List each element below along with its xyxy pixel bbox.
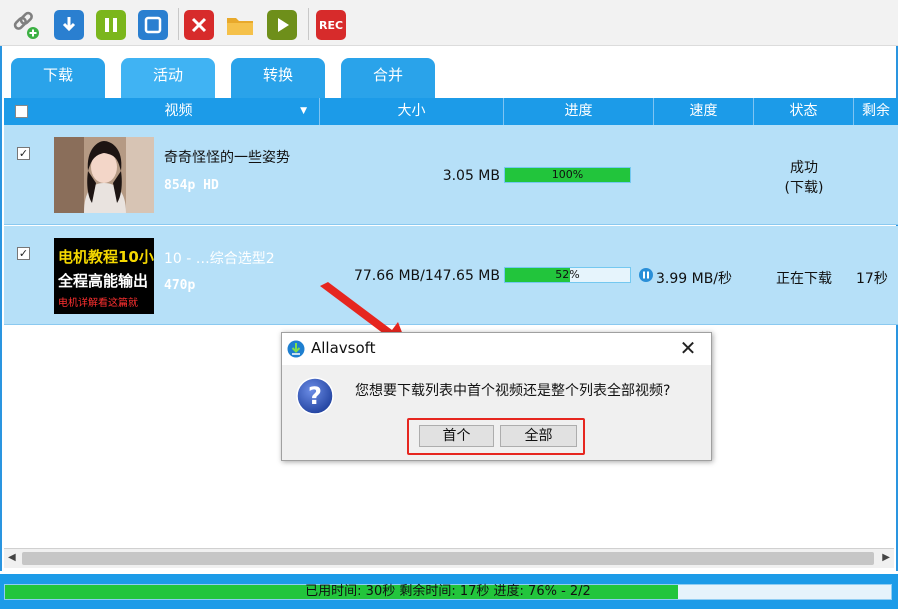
pause-button[interactable] [96,10,126,40]
video-title: 10 - …综合选型2 [164,251,275,267]
app-window: REC 下载 活动 转换 合并 视频 ▼ 大小 进度 速度 状态 剩余 ✓ 奇奇… [0,0,898,609]
video-thumbnail [54,137,154,213]
video-quality: 854p HD [164,178,219,193]
progress-label: 100% [551,168,584,181]
pause-icon [105,18,117,32]
tab-download[interactable]: 下载 [11,58,105,98]
table-header: 视频 ▼ 大小 进度 速度 状态 剩余 [4,98,898,125]
overall-progress-text: 已用时间: 30秒 剩余时间: 17秒 进度: 76% - 2/2 [305,584,591,599]
scroll-right-icon[interactable]: ▶ [882,552,890,563]
tab-active[interactable]: 活动 [121,58,215,98]
overall-progress-bar: 已用时间: 30秒 剩余时间: 17秒 进度: 76% - 2/2 [4,584,892,600]
row-checkbox[interactable]: ✓ [17,147,30,160]
column-size[interactable]: 大小 [320,98,504,125]
delete-button[interactable] [184,10,214,40]
play-button[interactable] [267,10,297,40]
select-all-checkbox[interactable] [15,105,28,118]
tab-bar: 下载 活动 转换 合并 [2,46,896,98]
question-icon: ? [296,377,334,415]
download-speed: 3.99 MB/秒 [656,271,733,287]
column-status[interactable]: 状态 [754,98,854,125]
rec-label: REC [318,18,344,32]
play-icon [278,18,289,32]
file-size: 3.05 MB [442,168,500,184]
dialog-titlebar: Allavsoft ✕ [282,333,711,365]
column-speed[interactable]: 速度 [654,98,754,125]
column-video[interactable]: 视频 ▼ [38,98,320,125]
svg-text:?: ? [308,382,322,410]
red-highlight-annotation [407,418,585,455]
status-bar: 已用时间: 30秒 剩余时间: 17秒 进度: 76% - 2/2 [0,574,898,609]
download-button[interactable] [54,10,84,40]
remaining-time: 17秒 [856,271,888,287]
column-remaining[interactable]: 剩余 [854,98,898,125]
status-text: 成功 (下载) [784,160,824,196]
open-folder-button[interactable] [225,10,255,40]
close-icon[interactable]: ✕ [677,337,699,359]
progress-label: 52% [555,268,580,281]
row-progress-bar: 100% [504,167,631,183]
video-quality: 470p [164,278,196,293]
tab-convert[interactable]: 转换 [231,58,325,98]
stop-icon [144,16,162,34]
toolbar-separator [178,8,179,40]
toolbar: REC [0,0,898,46]
scrollbar-thumb[interactable] [22,552,874,565]
download-arrow-icon [62,17,76,32]
dialog-title: Allavsoft [311,339,376,357]
folder-icon [227,18,253,35]
video-thumbnail: 电机教程10小 全程高能输出 电机详解看这篇就 [54,238,154,314]
column-progress[interactable]: 进度 [504,98,654,125]
stop-button[interactable] [138,10,168,40]
toolbar-separator [308,8,309,40]
add-url-button[interactable] [10,10,40,40]
status-text: 正在下载 [776,271,832,287]
tab-merge[interactable]: 合并 [341,58,435,98]
row-progress-bar: 52% [504,267,631,283]
pause-icon[interactable] [639,268,653,282]
dialog-message: 您想要下载列表中首个视频还是整个列表全部视频? [355,383,671,399]
horizontal-scrollbar[interactable]: ◀ ▶ [4,548,894,568]
row-checkbox[interactable]: ✓ [17,247,30,260]
video-title: 奇奇怪怪的一些姿势 [164,150,290,166]
table-row[interactable]: ✓ 奇奇怪怪的一些姿势 854p HD 3.05 MB 100% 成功 (下载) [4,125,898,225]
main-panel: 下载 活动 转换 合并 视频 ▼ 大小 进度 速度 状态 剩余 ✓ 奇奇怪怪的一… [0,46,898,571]
allavsoft-logo-icon [287,340,305,358]
sort-arrow-icon: ▼ [300,106,307,116]
record-button[interactable]: REC [316,10,346,40]
table-row[interactable]: ✓ 电机教程10小 全程高能输出 电机详解看这篇就 10 - …综合选型2 47… [4,226,898,325]
close-x-icon [191,17,207,33]
scroll-left-icon[interactable]: ◀ [8,552,16,563]
link-add-icon [13,11,39,39]
